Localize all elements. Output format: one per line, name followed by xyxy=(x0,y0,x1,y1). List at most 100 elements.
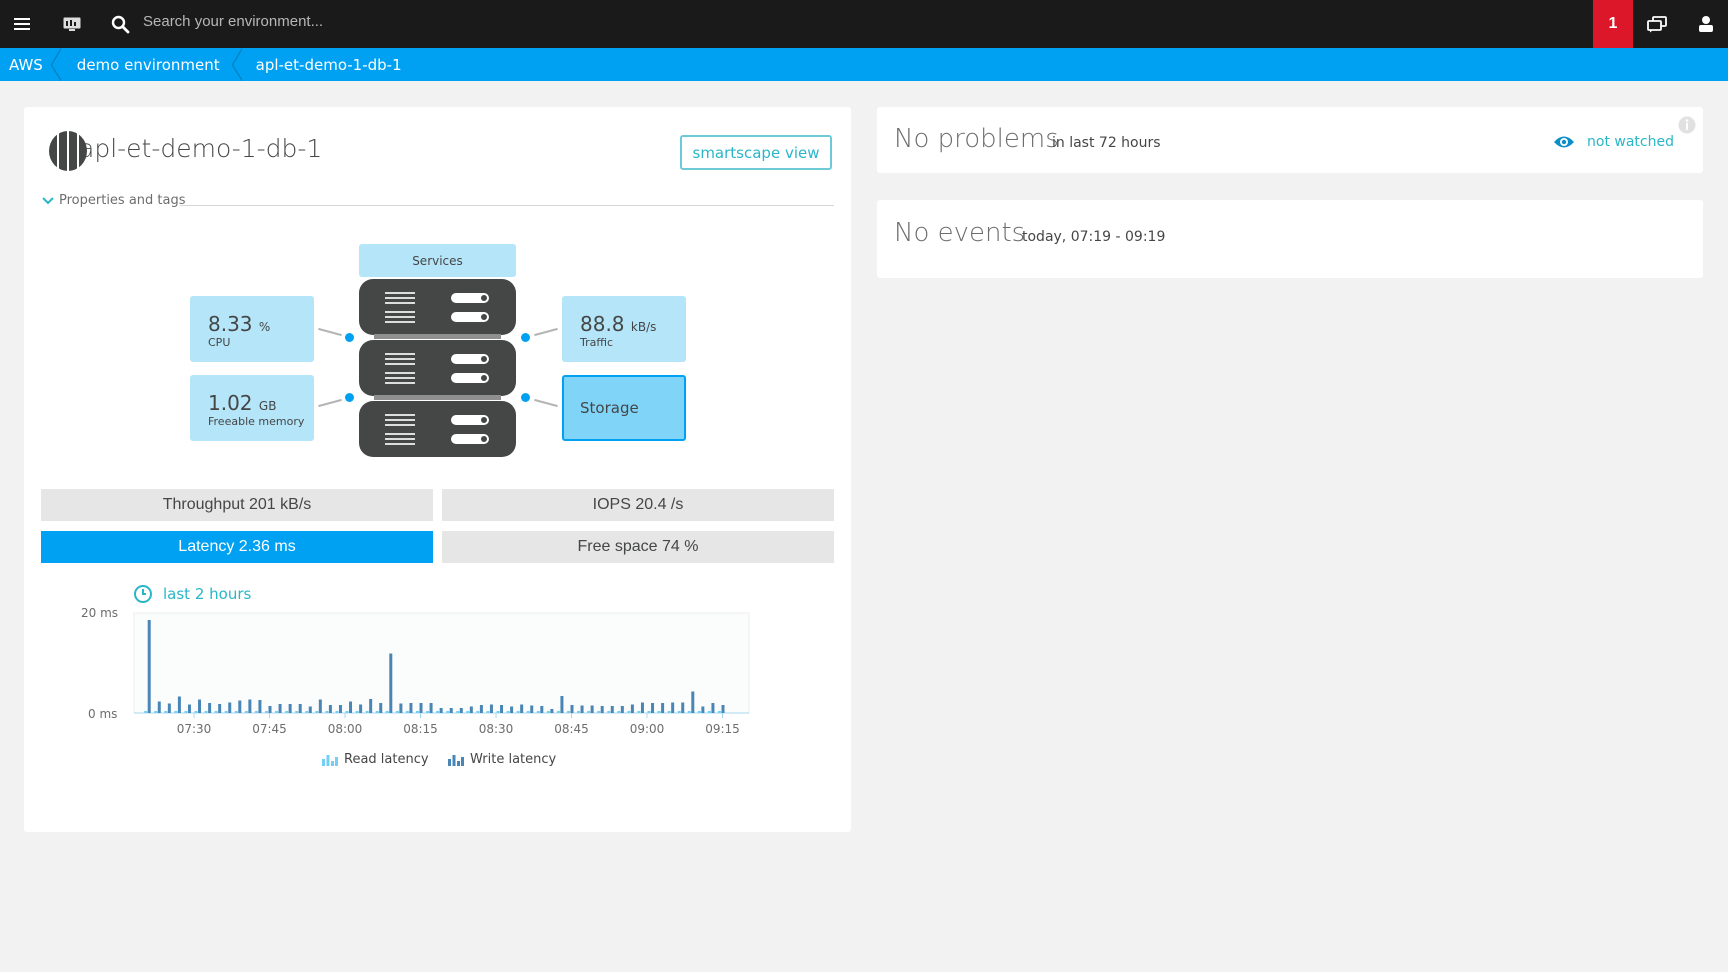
write-latency-bar xyxy=(469,706,473,713)
write-latency-bar xyxy=(550,709,554,713)
read-latency-bar xyxy=(395,711,399,713)
plot-area xyxy=(133,612,750,714)
write-latency-bar xyxy=(651,703,655,713)
read-latency-bar xyxy=(385,711,389,713)
x-tick-label: 07:45 xyxy=(252,722,287,736)
read-latency-bar xyxy=(184,711,188,713)
write-latency-bar xyxy=(721,705,725,713)
write-latency-bar xyxy=(610,706,614,713)
read-latency-bar xyxy=(546,711,550,713)
write-latency-bar xyxy=(349,701,353,713)
legend-item-read[interactable]: Read latency xyxy=(322,752,429,767)
events-subtitle: today, 07:19 - 09:19 xyxy=(1022,229,1166,245)
read-latency-bar xyxy=(718,711,721,713)
read-latency-bar xyxy=(275,711,279,713)
read-latency-bar xyxy=(204,711,208,713)
read-latency-bar xyxy=(315,711,319,713)
x-tick-label: 08:15 xyxy=(403,722,438,736)
write-latency-bar xyxy=(187,704,191,713)
read-latency-bar xyxy=(556,711,560,713)
read-latency-bar xyxy=(405,711,409,713)
read-latency-bar xyxy=(597,711,601,713)
read-latency-bar xyxy=(456,711,460,713)
info-icon[interactable] xyxy=(1678,116,1696,138)
read-latency-bar xyxy=(285,711,289,713)
read-latency-bar xyxy=(536,711,540,713)
legend-label: Read latency xyxy=(344,752,429,767)
write-latency-bar xyxy=(258,700,262,713)
write-latency-bar xyxy=(500,705,504,713)
read-latency-bar xyxy=(375,711,379,713)
write-latency-bar xyxy=(338,705,342,713)
read-latency-bar xyxy=(617,711,621,713)
write-latency-bar xyxy=(449,708,453,713)
read-latency-bar xyxy=(325,711,329,713)
problems-subtitle: in last 72 hours xyxy=(1052,135,1161,151)
write-latency-bar xyxy=(600,706,604,713)
write-latency-bar xyxy=(429,703,433,713)
eye-icon xyxy=(1554,136,1574,148)
read-latency-bar xyxy=(697,711,701,713)
write-latency-bar xyxy=(198,699,202,713)
read-latency-bar xyxy=(687,711,691,713)
x-tick-label: 08:30 xyxy=(479,722,514,736)
read-latency-bar xyxy=(647,711,651,713)
write-latency-bar xyxy=(228,702,232,713)
write-latency-bar xyxy=(661,703,665,713)
write-latency-bar xyxy=(147,620,151,713)
write-latency-bar xyxy=(540,706,544,713)
read-latency-bar xyxy=(355,711,359,713)
write-latency-bar xyxy=(691,691,695,713)
write-latency-bar xyxy=(379,703,383,713)
read-latency-bar xyxy=(194,711,198,713)
read-latency-bar xyxy=(707,711,711,713)
read-latency-bar xyxy=(214,711,218,713)
read-latency-bar xyxy=(345,711,349,713)
events-title: No events xyxy=(894,218,1026,248)
write-latency-bar xyxy=(389,653,393,713)
read-latency-bar xyxy=(677,711,681,713)
write-latency-bar xyxy=(439,708,443,713)
write-latency-bar xyxy=(208,703,212,713)
read-latency-bar xyxy=(265,711,268,713)
write-latency-bar xyxy=(701,706,705,713)
write-latency-bar xyxy=(359,704,363,713)
read-latency-bar xyxy=(254,711,258,713)
write-latency-bar xyxy=(510,706,514,713)
write-latency-bar xyxy=(630,704,634,713)
read-latency-bar xyxy=(224,711,228,713)
write-latency-bar xyxy=(409,703,413,713)
watch-label: not watched xyxy=(1587,134,1674,150)
read-latency-bar xyxy=(365,711,369,713)
write-latency-bar xyxy=(288,704,292,713)
bar-chart-icon xyxy=(322,755,338,766)
write-latency-bar xyxy=(157,701,161,713)
read-latency-bar xyxy=(436,711,440,713)
problems-title: No problems xyxy=(894,124,1059,154)
read-latency-bar xyxy=(587,711,591,713)
watch-toggle[interactable]: not watched xyxy=(1553,134,1674,150)
read-latency-bar xyxy=(144,711,148,713)
write-latency-bar xyxy=(530,705,534,713)
read-latency-bar xyxy=(164,711,168,713)
read-latency-bar xyxy=(627,711,631,713)
write-latency-bar xyxy=(620,706,624,713)
read-latency-bar xyxy=(667,711,671,713)
write-latency-bar xyxy=(711,703,715,713)
legend-label: Write latency xyxy=(470,752,557,767)
read-latency-bar xyxy=(496,711,500,713)
write-latency-bar xyxy=(369,699,373,713)
read-latency-bar xyxy=(657,711,661,713)
write-latency-bar xyxy=(640,702,644,713)
write-latency-bar xyxy=(459,708,463,713)
x-tick-label: 08:45 xyxy=(554,722,589,736)
x-tick-label: 08:00 xyxy=(328,722,363,736)
read-latency-bar xyxy=(506,711,510,713)
write-latency-bar xyxy=(328,705,332,713)
write-latency-bar xyxy=(419,703,423,713)
read-latency-bar xyxy=(486,711,490,713)
read-latency-bar xyxy=(476,711,480,713)
write-latency-bar xyxy=(218,704,222,713)
legend-item-write[interactable]: Write latency xyxy=(448,752,556,767)
read-latency-bar xyxy=(637,711,641,713)
